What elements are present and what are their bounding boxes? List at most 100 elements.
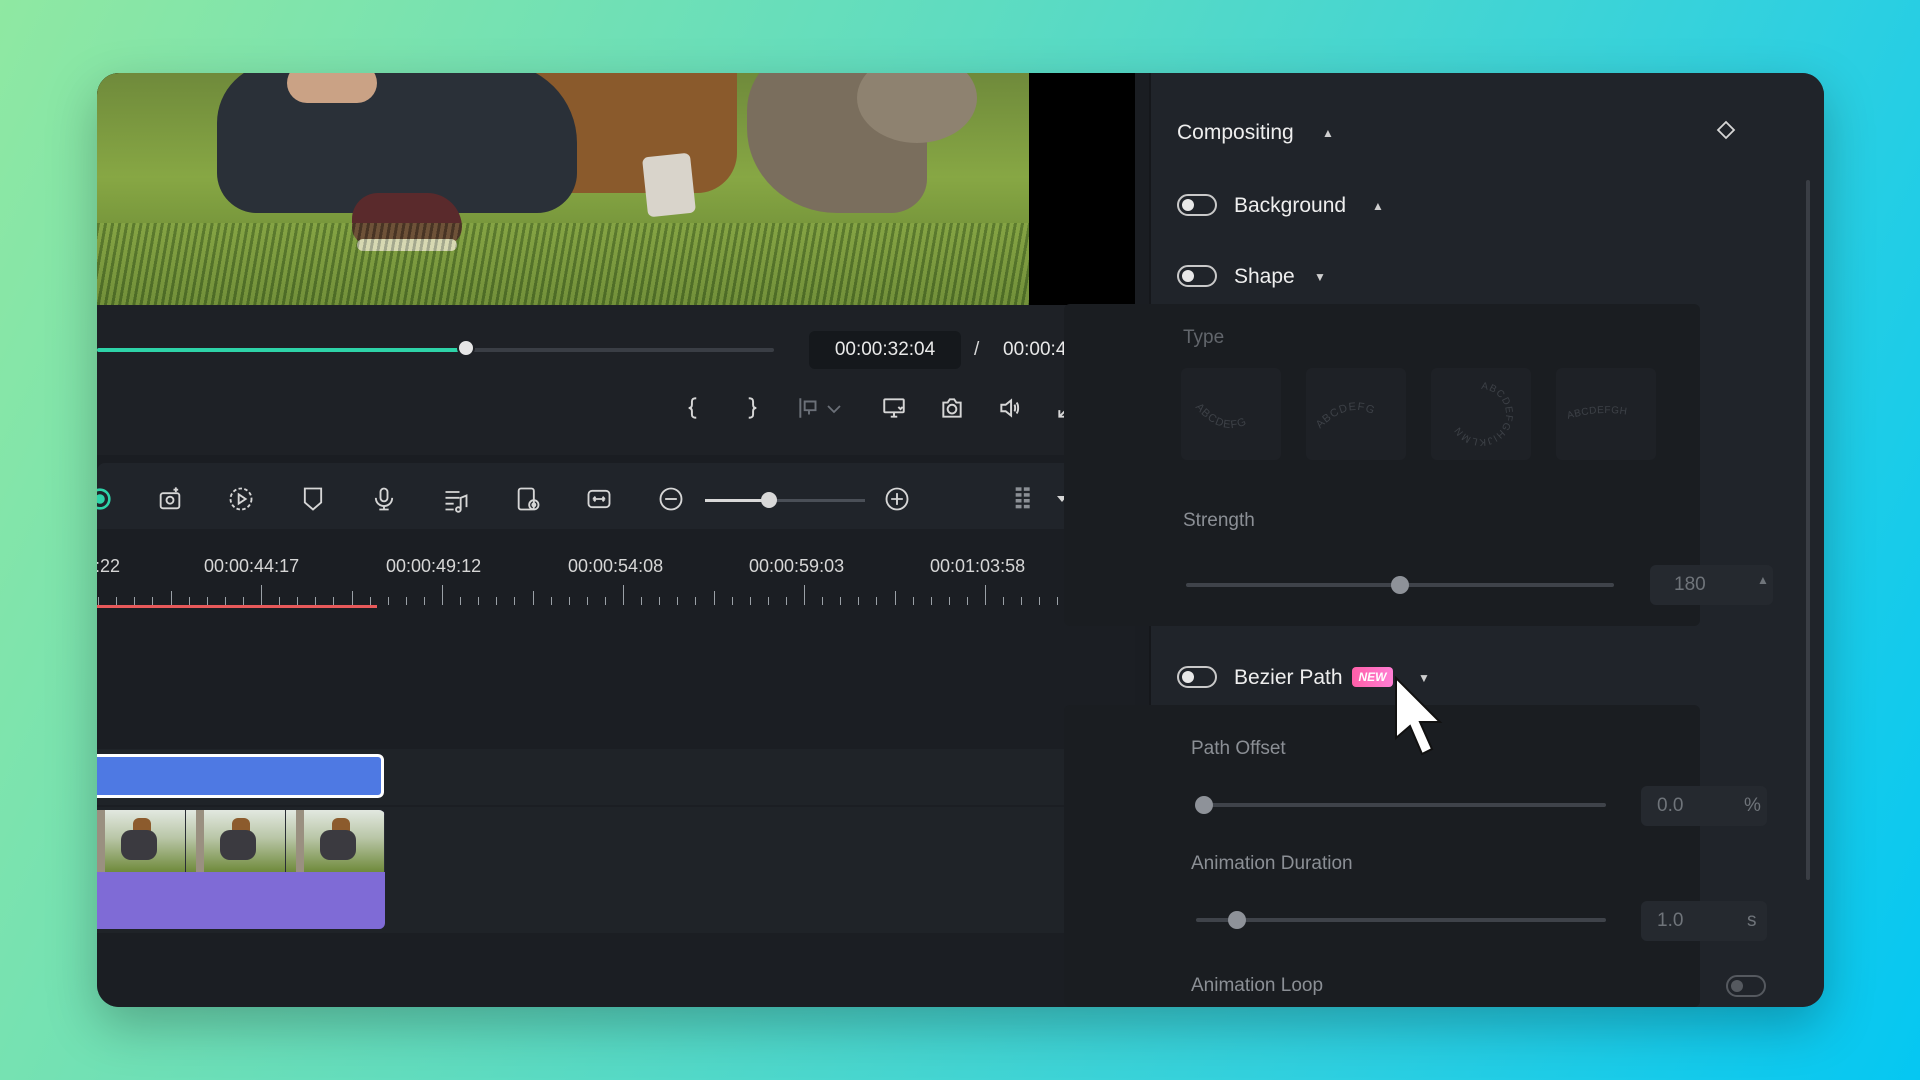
- ruler-tick: [948, 597, 950, 605]
- strength-input[interactable]: 180: [1650, 565, 1773, 605]
- clip-thumbnail: [186, 810, 286, 872]
- ruler-tick: [405, 597, 407, 605]
- shape-toggle[interactable]: [1177, 265, 1217, 287]
- ruler-tick: [568, 597, 570, 605]
- panel-scrollbar[interactable]: [1806, 180, 1810, 880]
- caret-down-icon[interactable]: ▼: [1314, 270, 1326, 284]
- ruler-tick: [351, 591, 353, 605]
- ruler-tick: [242, 597, 244, 605]
- clip-thumbnail: [285, 810, 385, 872]
- animation-loop-toggle[interactable]: [1726, 975, 1766, 997]
- caret-up-icon[interactable]: ▲: [1322, 126, 1334, 140]
- shape-type-circle[interactable]: ABCDEFGHIJKLMN: [1431, 368, 1531, 460]
- compositing-title: Compositing: [1177, 121, 1294, 144]
- ruler-tick: [713, 591, 715, 605]
- bezier-path-label: Bezier Path: [1234, 666, 1343, 689]
- path-offset-unit: %: [1744, 795, 1761, 816]
- ruler-tick: [532, 591, 534, 605]
- ruler-tick: [695, 597, 697, 605]
- ruler-tick: [677, 597, 679, 605]
- animation-duration-slider[interactable]: [1196, 918, 1606, 922]
- ruler-tick: [822, 597, 824, 605]
- bezier-path-toggle[interactable]: [1177, 666, 1217, 688]
- ruler-tick: [188, 597, 190, 605]
- new-badge: NEW: [1352, 667, 1393, 687]
- svg-text:ABCDEFG: ABCDEFG: [1193, 401, 1249, 431]
- ruler-tick: [279, 597, 281, 605]
- ruler-tick: [731, 597, 733, 605]
- ruler-tick: [840, 597, 842, 605]
- ruler-tick: [134, 597, 136, 605]
- ruler-tick: [224, 597, 226, 605]
- selected-clip[interactable]: [97, 754, 384, 798]
- clip-thumbnails: [97, 810, 385, 872]
- ruler-tick: [496, 597, 498, 605]
- ruler-tick: [767, 597, 769, 605]
- ruler-tick: [586, 597, 588, 605]
- shape-type-flat-wave[interactable]: ABCDEFGH: [1556, 368, 1656, 460]
- svg-text:ABCDEFGHIJKLMN: ABCDEFGHIJKLMN: [1452, 381, 1514, 447]
- path-offset-label: Path Offset: [1191, 738, 1286, 759]
- ruler-tick: [966, 597, 968, 605]
- caret-up-icon[interactable]: ▲: [1372, 199, 1384, 213]
- shape-type-arc-up[interactable]: ABCDEFG: [1306, 368, 1406, 460]
- ruler-tick: [785, 597, 787, 605]
- ruler-tick: [1039, 597, 1041, 605]
- ruler-tick: [369, 597, 371, 605]
- ruler-tick: [333, 597, 335, 605]
- ruler-tick: [460, 597, 462, 605]
- ruler-tick: [152, 597, 154, 605]
- background-label: Background: [1234, 194, 1347, 217]
- animation-duration-unit: s: [1747, 910, 1757, 931]
- clip-thumbnail: [97, 810, 187, 872]
- path-offset-slider[interactable]: [1196, 803, 1606, 807]
- ruler-tick: [170, 591, 172, 605]
- ruler-tick: [858, 597, 860, 605]
- video-clip[interactable]: [97, 810, 385, 929]
- ruler-tick: [478, 597, 480, 605]
- stepper-icon[interactable]: ▲: [1757, 573, 1769, 587]
- strength-label: Strength: [1183, 510, 1255, 531]
- ruler-tick: [912, 597, 914, 605]
- ruler-tick: [876, 597, 878, 605]
- ruler-tick: [604, 597, 606, 605]
- ruler-tick: [623, 585, 624, 605]
- ruler-tick: [894, 591, 896, 605]
- ruler-tick: [387, 597, 389, 605]
- ruler-tick: [261, 585, 262, 605]
- ruler-tick: [985, 585, 986, 605]
- strength-slider-handle[interactable]: [1391, 576, 1409, 594]
- ruler-tick: [930, 597, 932, 605]
- ruler-tick: [641, 597, 643, 605]
- ruler-tick: [659, 597, 661, 605]
- time-ruler[interactable]: [97, 73, 1135, 633]
- ruler-tick: [442, 585, 443, 605]
- shape-settings: [1064, 304, 1700, 626]
- ruler-tick: [1003, 597, 1005, 605]
- svg-text:ABCDEFGH: ABCDEFGH: [1566, 405, 1628, 422]
- svg-text:ABCDEFG: ABCDEFG: [1314, 401, 1377, 431]
- type-label: Type: [1183, 327, 1225, 348]
- mouse-cursor-icon: [1392, 675, 1452, 766]
- ruler-tick: [315, 597, 317, 605]
- keyframe-diamond-icon[interactable]: [1716, 120, 1736, 140]
- ruler-tick: [749, 597, 751, 605]
- shape-type-arc-down[interactable]: ABCDEFG: [1181, 368, 1281, 460]
- ruler-tick: [514, 597, 516, 605]
- ruler-tick: [297, 597, 299, 605]
- ruler-tick: [1057, 597, 1059, 605]
- ruler-tick: [98, 597, 100, 605]
- ruler-tick: [423, 597, 425, 605]
- played-range: [97, 605, 378, 608]
- animation-loop-label: Animation Loop: [1191, 975, 1324, 996]
- ruler-tick: [1021, 597, 1023, 605]
- ruler-tick: [550, 597, 552, 605]
- background-toggle[interactable]: [1177, 194, 1217, 216]
- animation-duration-label: Animation Duration: [1191, 853, 1353, 874]
- ruler-tick: [804, 585, 805, 605]
- ruler-tick: [116, 597, 118, 605]
- bezier-path-settings: [1064, 705, 1700, 1007]
- animation-duration-slider-handle[interactable]: [1228, 911, 1246, 929]
- shape-label: Shape: [1234, 265, 1295, 288]
- ruler-tick: [206, 597, 208, 605]
